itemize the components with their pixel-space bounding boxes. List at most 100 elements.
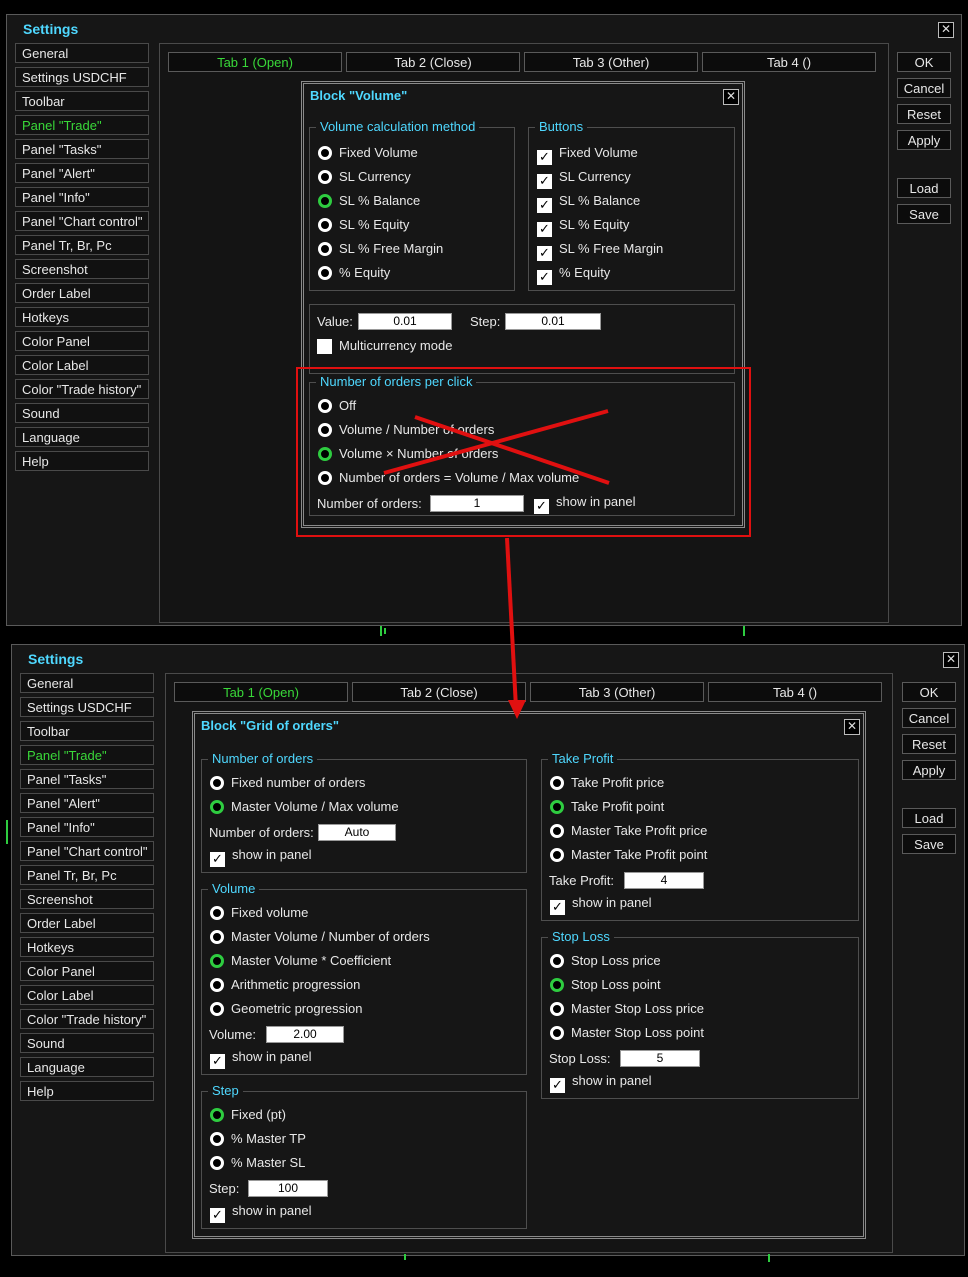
sidebar-item-color-trade-history[interactable]: Color "Trade history" [20, 1009, 154, 1029]
checkbox-sl-equity[interactable]: ✓ SL % Equity [537, 216, 629, 237]
sidebar-item-panel-tasks[interactable]: Panel "Tasks" [20, 769, 154, 789]
save-button[interactable]: Save [897, 204, 951, 224]
reset-button[interactable]: Reset [897, 104, 951, 124]
tab-open[interactable]: Tab 1 (Open) [168, 52, 342, 72]
radio-master-sl-point[interactable]: Master Stop Loss point [550, 1024, 704, 1042]
sidebar-item-panel-alert[interactable]: Panel "Alert" [15, 163, 149, 183]
radio-master-sl-price[interactable]: Master Stop Loss price [550, 1000, 704, 1018]
checkbox-sl-balance[interactable]: ✓ SL % Balance [537, 192, 640, 213]
close-icon[interactable]: ✕ [723, 89, 739, 105]
volume-input[interactable]: 2.00 [266, 1026, 344, 1043]
sidebar-item-screenshot[interactable]: Screenshot [15, 259, 149, 279]
radio-arithmetic-progression[interactable]: Arithmetic progression [210, 976, 360, 994]
sidebar-item-settings-usdchf[interactable]: Settings USDCHF [20, 697, 154, 717]
radio-stop-loss-price[interactable]: Stop Loss price [550, 952, 661, 970]
tab-other[interactable]: Tab 3 (Other) [530, 682, 704, 702]
checkbox-show-in-panel[interactable]: ✓ show in panel [210, 1048, 312, 1069]
radio-master-volume-max[interactable]: Master Volume / Max volume [210, 798, 399, 816]
sidebar-item-general[interactable]: General [15, 43, 149, 63]
radio-fixed-pt[interactable]: Fixed (pt) [210, 1106, 286, 1124]
tab-close[interactable]: Tab 2 (Close) [346, 52, 520, 72]
sidebar-item-help[interactable]: Help [15, 451, 149, 471]
radio-percent-equity[interactable]: % Equity [318, 264, 390, 282]
checkbox-show-in-panel[interactable]: ✓ show in panel [550, 1072, 652, 1093]
apply-button[interactable]: Apply [902, 760, 956, 780]
radio-master-tp-price[interactable]: Master Take Profit price [550, 822, 707, 840]
checkbox-sl-free-margin[interactable]: ✓ SL % Free Margin [537, 240, 663, 261]
sidebar-item-help[interactable]: Help [20, 1081, 154, 1101]
checkbox-show-in-panel[interactable]: ✓ show in panel [210, 846, 312, 867]
apply-button[interactable]: Apply [897, 130, 951, 150]
sidebar-item-sound[interactable]: Sound [15, 403, 149, 423]
sidebar-item-color-trade-history[interactable]: Color "Trade history" [15, 379, 149, 399]
radio-sl-currency[interactable]: SL Currency [318, 168, 411, 186]
sidebar-item-color-panel[interactable]: Color Panel [20, 961, 154, 981]
tab-open[interactable]: Tab 1 (Open) [174, 682, 348, 702]
tp-input[interactable]: 4 [624, 872, 704, 889]
sidebar-item-screenshot[interactable]: Screenshot [20, 889, 154, 909]
radio-master-volume-div-orders[interactable]: Master Volume / Number of orders [210, 928, 430, 946]
tab-4[interactable]: Tab 4 () [702, 52, 876, 72]
radio-sl-free-margin[interactable]: SL % Free Margin [318, 240, 443, 258]
ok-button[interactable]: OK [897, 52, 951, 72]
close-icon[interactable]: ✕ [938, 22, 954, 38]
radio-fixed-volume[interactable]: Fixed Volume [318, 144, 418, 162]
sidebar-item-order-label[interactable]: Order Label [15, 283, 149, 303]
sidebar-item-sound[interactable]: Sound [20, 1033, 154, 1053]
sidebar-item-panel-info[interactable]: Panel "Info" [15, 187, 149, 207]
step-input[interactable]: 0.01 [505, 313, 601, 330]
checkbox-multicurrency[interactable]: Multicurrency mode [317, 337, 452, 355]
value-input[interactable]: 0.01 [358, 313, 452, 330]
sidebar-item-color-label[interactable]: Color Label [20, 985, 154, 1005]
save-button[interactable]: Save [902, 834, 956, 854]
orders-input[interactable]: Auto [318, 824, 396, 841]
radio-fixed-volume[interactable]: Fixed volume [210, 904, 308, 922]
sidebar-item-language[interactable]: Language [15, 427, 149, 447]
sidebar-item-toolbar[interactable]: Toolbar [15, 91, 149, 111]
radio-take-profit-price[interactable]: Take Profit price [550, 774, 664, 792]
sidebar-item-panel-tr-br-pc[interactable]: Panel Tr, Br, Pc [15, 235, 149, 255]
sidebar-item-panel-tr-br-pc[interactable]: Panel Tr, Br, Pc [20, 865, 154, 885]
load-button[interactable]: Load [897, 178, 951, 198]
sidebar-item-language[interactable]: Language [20, 1057, 154, 1077]
tab-other[interactable]: Tab 3 (Other) [524, 52, 698, 72]
radio-fixed-number-of-orders[interactable]: Fixed number of orders [210, 774, 365, 792]
radio-master-sl[interactable]: % Master SL [210, 1154, 305, 1172]
radio-master-tp[interactable]: % Master TP [210, 1130, 306, 1148]
sidebar-item-panel-chart-control[interactable]: Panel "Chart control" [15, 211, 149, 231]
checkbox-fixed-volume[interactable]: ✓ Fixed Volume [537, 144, 638, 165]
sl-input[interactable]: 5 [620, 1050, 700, 1067]
checkbox-show-in-panel[interactable]: ✓ show in panel [550, 894, 652, 915]
radio-stop-loss-point[interactable]: Stop Loss point [550, 976, 661, 994]
close-icon[interactable]: ✕ [844, 719, 860, 735]
sidebar-item-panel-trade[interactable]: Panel "Trade" [20, 745, 154, 765]
radio-sl-balance[interactable]: SL % Balance [318, 192, 420, 210]
sidebar-item-color-panel[interactable]: Color Panel [15, 331, 149, 351]
cancel-button[interactable]: Cancel [897, 78, 951, 98]
sidebar-item-order-label[interactable]: Order Label [20, 913, 154, 933]
sidebar-item-panel-alert[interactable]: Panel "Alert" [20, 793, 154, 813]
cancel-button[interactable]: Cancel [902, 708, 956, 728]
close-icon[interactable]: ✕ [943, 652, 959, 668]
tab-4[interactable]: Tab 4 () [708, 682, 882, 702]
checkbox-show-in-panel[interactable]: ✓ show in panel [210, 1202, 312, 1223]
sidebar-item-panel-trade[interactable]: Panel "Trade" [15, 115, 149, 135]
radio-sl-equity[interactable]: SL % Equity [318, 216, 409, 234]
sidebar-item-hotkeys[interactable]: Hotkeys [15, 307, 149, 327]
radio-geometric-progression[interactable]: Geometric progression [210, 1000, 363, 1018]
radio-master-tp-point[interactable]: Master Take Profit point [550, 846, 707, 864]
sidebar-item-panel-tasks[interactable]: Panel "Tasks" [15, 139, 149, 159]
step-input[interactable]: 100 [248, 1180, 328, 1197]
sidebar-item-panel-chart-control[interactable]: Panel "Chart control" [20, 841, 154, 861]
sidebar-item-color-label[interactable]: Color Label [15, 355, 149, 375]
reset-button[interactable]: Reset [902, 734, 956, 754]
sidebar-item-hotkeys[interactable]: Hotkeys [20, 937, 154, 957]
sidebar-item-toolbar[interactable]: Toolbar [20, 721, 154, 741]
checkbox-sl-currency[interactable]: ✓ SL Currency [537, 168, 631, 189]
load-button[interactable]: Load [902, 808, 956, 828]
sidebar-item-panel-info[interactable]: Panel "Info" [20, 817, 154, 837]
tab-close[interactable]: Tab 2 (Close) [352, 682, 526, 702]
sidebar-item-general[interactable]: General [20, 673, 154, 693]
checkbox-percent-equity[interactable]: ✓ % Equity [537, 264, 610, 285]
ok-button[interactable]: OK [902, 682, 956, 702]
